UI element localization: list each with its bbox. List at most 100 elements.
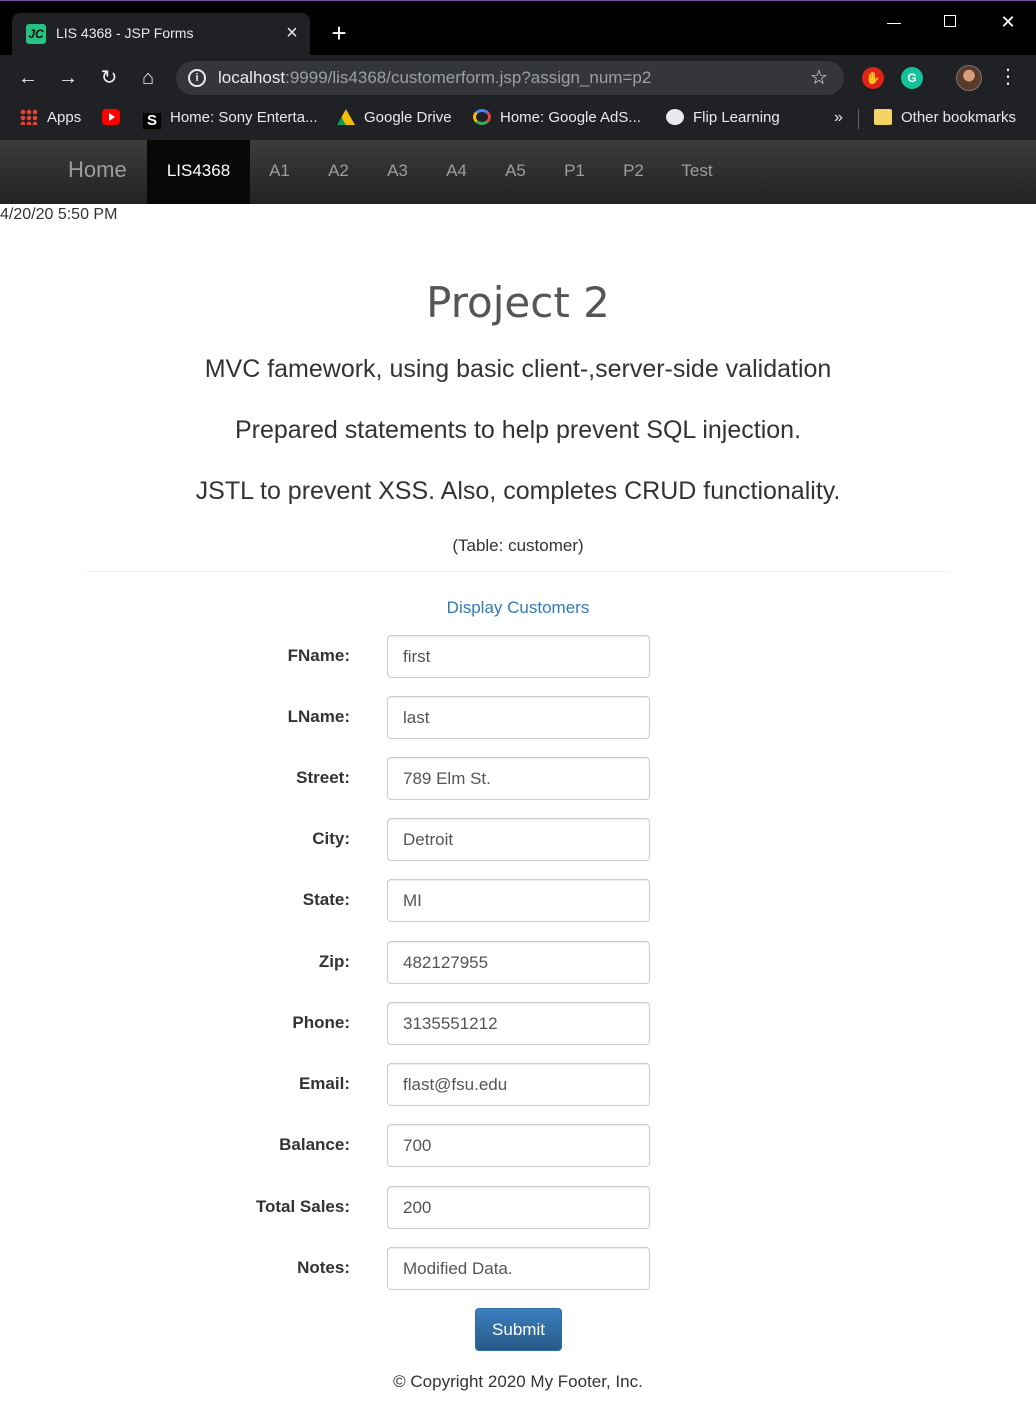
- bookmark-apps[interactable]: Apps: [20, 107, 81, 129]
- display-customers-link[interactable]: Display Customers: [0, 598, 1036, 618]
- form-row-email: Email:: [0, 1063, 1036, 1107]
- email-label: Email:: [298, 1074, 350, 1093]
- grammarly-icon[interactable]: G: [901, 67, 923, 89]
- form-row-balance: Balance:: [0, 1124, 1036, 1168]
- nav-item-a4[interactable]: A4: [427, 140, 486, 204]
- browser-tab[interactable]: JC LIS 4368 - JSP Forms ×: [12, 13, 310, 55]
- tab-strip: JC LIS 4368 - JSP Forms × + ✕: [0, 1, 1036, 55]
- description-line: MVC famework, using basic client-,server…: [204, 355, 832, 383]
- bookmarks-bar: Apps S Home: Sony Enterta... Google Drive…: [0, 101, 1036, 137]
- browser-chrome: JC LIS 4368 - JSP Forms × + ✕ ← → ↻ ⌂ i …: [0, 0, 1036, 140]
- total-sales-label: Total Sales:: [255, 1197, 350, 1216]
- bookmark-google-drive[interactable]: Google Drive: [337, 107, 452, 129]
- url-path: :9999/lis4368/customerform.jsp?assign_nu…: [285, 68, 652, 87]
- city-label: City:: [312, 829, 350, 848]
- sony-icon: S: [143, 113, 161, 129]
- bookmark-google-ads[interactable]: Home: Google AdS...: [473, 107, 641, 129]
- reload-icon[interactable]: ↻: [95, 64, 123, 92]
- address-bar[interactable]: i localhost:9999/lis4368/customerform.js…: [176, 61, 844, 95]
- bookmark-sony[interactable]: S Home: Sony Enterta...: [143, 107, 318, 129]
- nav-item-p2[interactable]: P2: [604, 140, 663, 204]
- site-navbar: Home LIS4368 A1 A2 A3 A4 A5 P1 P2 Test: [0, 140, 1036, 204]
- bookmarks-divider: [858, 109, 859, 129]
- zip-input[interactable]: [387, 941, 650, 984]
- form-row-fname: FName:: [0, 635, 1036, 679]
- google-drive-icon: [337, 109, 355, 125]
- form-row-notes: Notes:: [0, 1247, 1036, 1291]
- table-note: (Table: customer): [452, 536, 584, 555]
- zip-label: Zip:: [318, 952, 350, 971]
- close-tab-icon[interactable]: ×: [282, 21, 302, 45]
- form-row-street: Street:: [0, 757, 1036, 801]
- browser-menu-icon[interactable]: ⋮: [998, 64, 1018, 89]
- lname-label: LName:: [287, 707, 350, 726]
- street-label: Street:: [296, 768, 350, 787]
- bookmark-flip-learning[interactable]: Flip Learning: [666, 107, 780, 129]
- navbar-brand-home[interactable]: Home: [68, 157, 127, 183]
- balance-label: Balance:: [279, 1135, 350, 1154]
- description-line: JSTL to prevent XSS. Also, completes CRU…: [195, 477, 841, 505]
- bookmark-label: Home: Google AdS...: [500, 109, 641, 126]
- footer-copyright: © Copyright 2020 My Footer, Inc.: [393, 1372, 643, 1391]
- folder-icon: [874, 109, 892, 125]
- bookmark-star-icon[interactable]: ☆: [810, 65, 828, 90]
- site-info-icon[interactable]: i: [188, 69, 206, 87]
- nav-item-lis4368[interactable]: LIS4368: [147, 140, 250, 204]
- url-host: localhost: [218, 68, 286, 87]
- email-input[interactable]: [387, 1063, 650, 1106]
- other-bookmarks[interactable]: Other bookmarks: [874, 107, 1016, 129]
- nav-item-a1[interactable]: A1: [250, 140, 309, 204]
- home-icon[interactable]: ⌂: [134, 64, 162, 92]
- nav-item-a3[interactable]: A3: [368, 140, 427, 204]
- bookmark-label: Home: Sony Enterta...: [170, 109, 318, 126]
- globe-icon: [666, 109, 684, 125]
- adblock-icon[interactable]: ✋: [862, 67, 884, 89]
- minimize-icon[interactable]: [874, 7, 914, 37]
- youtube-icon: [102, 109, 120, 125]
- bookmark-label: Google Drive: [364, 109, 452, 126]
- form-row-zip: Zip:: [0, 941, 1036, 985]
- google-icon: [473, 109, 491, 125]
- back-icon[interactable]: ←: [14, 64, 42, 92]
- form-row-lname: LName:: [0, 696, 1036, 740]
- nav-item-test[interactable]: Test: [663, 140, 731, 204]
- description-line: Prepared statements to help prevent SQL …: [234, 416, 802, 444]
- forward-icon[interactable]: →: [54, 64, 82, 92]
- phone-input[interactable]: [387, 1002, 650, 1045]
- browser-toolbar: ← → ↻ ⌂ i localhost:9999/lis4368/custome…: [0, 55, 1036, 101]
- notes-input[interactable]: [387, 1247, 650, 1290]
- tab-title: LIS 4368 - JSP Forms: [56, 25, 194, 41]
- other-bookmarks-label: Other bookmarks: [901, 109, 1017, 126]
- balance-input[interactable]: [387, 1124, 650, 1167]
- fname-input[interactable]: [387, 635, 650, 678]
- bookmark-label: Apps: [47, 109, 82, 126]
- notes-label: Notes:: [297, 1258, 350, 1277]
- state-label: State:: [302, 890, 350, 909]
- nav-item-p1[interactable]: P1: [545, 140, 604, 204]
- bookmark-label: Flip Learning: [693, 109, 780, 126]
- fname-label: FName:: [287, 646, 350, 665]
- nav-item-a5[interactable]: A5: [486, 140, 545, 204]
- phone-label: Phone:: [292, 1013, 350, 1032]
- close-window-icon[interactable]: ✕: [988, 7, 1028, 37]
- lname-input[interactable]: [387, 696, 650, 739]
- divider: [87, 571, 949, 572]
- favicon-icon: JC: [26, 24, 46, 44]
- form-row-phone: Phone:: [0, 1002, 1036, 1046]
- form-row-total-sales: Total Sales:: [0, 1186, 1036, 1230]
- nav-item-a2[interactable]: A2: [309, 140, 368, 204]
- profile-avatar[interactable]: [956, 65, 982, 91]
- apps-icon: [20, 109, 38, 125]
- street-input[interactable]: [387, 757, 650, 800]
- maximize-icon[interactable]: [930, 7, 970, 37]
- city-input[interactable]: [387, 818, 650, 861]
- url-text: localhost:9999/lis4368/customerform.jsp?…: [218, 68, 651, 88]
- submit-button[interactable]: Submit: [475, 1308, 562, 1351]
- total-sales-input[interactable]: [387, 1186, 650, 1229]
- form-row-state: State:: [0, 879, 1036, 923]
- bookmarks-overflow-icon[interactable]: »: [834, 107, 843, 129]
- new-tab-icon[interactable]: +: [326, 19, 352, 47]
- state-input[interactable]: [387, 879, 650, 922]
- bookmark-youtube[interactable]: [102, 107, 129, 129]
- form-row-city: City:: [0, 818, 1036, 862]
